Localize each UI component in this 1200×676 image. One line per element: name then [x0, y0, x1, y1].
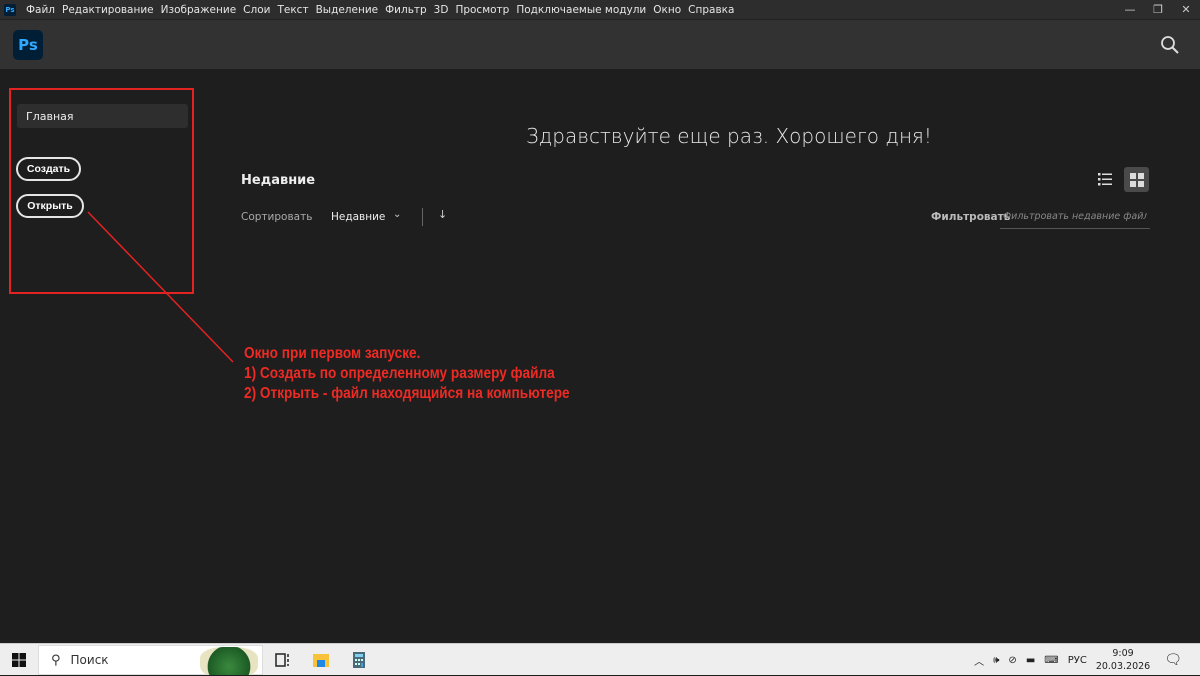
menu-view[interactable]: Просмотр	[455, 4, 509, 16]
menu-bar: Ps Файл Редактирование Изображение Слои …	[0, 0, 1200, 19]
notifications-icon[interactable]: 🗨	[1164, 652, 1182, 668]
sort-direction-arrow-icon[interactable]: ↓	[438, 208, 447, 221]
task-view-icon[interactable]	[274, 651, 292, 669]
search-highlight-image	[200, 647, 258, 675]
sort-label: Сортировать	[241, 211, 313, 223]
language-indicator[interactable]: РУС	[1068, 655, 1087, 666]
taskbar: ⚲ Поиск ︿ 🕪 ⊘ ▬ ⌨ РУС 9:09 20.03.2026 🗨	[0, 643, 1200, 675]
greeting-text: Здравствуйте еще раз. Хорошего дня!	[526, 124, 932, 148]
taskbar-search-placeholder: Поиск	[70, 653, 109, 667]
menu-filter[interactable]: Фильтр	[385, 4, 427, 16]
chevron-up-icon[interactable]: ︿	[974, 653, 984, 668]
app-header: Ps	[0, 19, 1200, 69]
list-view-icon[interactable]	[1097, 171, 1113, 187]
system-tray: ︿ 🕪 ⊘ ▬ ⌨ РУС 9:09 20.03.2026 🗨	[974, 644, 1200, 676]
chevron-down-icon[interactable]: ⌄	[393, 209, 401, 220]
menu-edit[interactable]: Редактирование	[62, 4, 154, 16]
recent-title: Недавние	[241, 173, 316, 188]
restore-icon[interactable]: ❐	[1144, 0, 1172, 19]
menu-3d[interactable]: 3D	[434, 4, 449, 16]
divider	[422, 208, 423, 226]
search-icon: ⚲	[51, 652, 61, 668]
grid-view-icon[interactable]	[1124, 167, 1149, 192]
photoshop-app-icon: Ps	[4, 3, 16, 16]
filter-label: Фильтровать	[931, 211, 1011, 223]
calculator-icon[interactable]	[350, 651, 368, 669]
menu-plugins[interactable]: Подключаемые модули	[516, 4, 646, 16]
menu-file[interactable]: Файл	[26, 4, 55, 16]
file-explorer-icon[interactable]	[312, 651, 330, 669]
search-icon[interactable]	[1160, 35, 1180, 55]
clock[interactable]: 9:09 20.03.2026	[1096, 647, 1150, 673]
annotation-line: 1) Создать по определенному размеру файл…	[244, 365, 555, 382]
menu-window[interactable]: Окно	[653, 4, 681, 16]
menu-image[interactable]: Изображение	[161, 4, 237, 16]
menu-type[interactable]: Текст	[277, 4, 308, 16]
keyboard-icon[interactable]: ⌨	[1044, 655, 1058, 666]
battery-icon[interactable]: ▬	[1026, 655, 1035, 666]
annotation-highlight-box	[9, 88, 194, 294]
menu-select[interactable]: Выделение	[316, 4, 379, 16]
windows-start-icon[interactable]	[0, 652, 37, 667]
photoshop-logo: Ps	[13, 30, 43, 60]
annotation-text: Окно при первом запуске. 1) Создать по о…	[244, 344, 570, 404]
annotation-line: 2) Открыть - файл находящийся на компьют…	[244, 385, 570, 402]
sort-dropdown[interactable]: Недавние	[331, 211, 385, 223]
network-offline-icon[interactable]: ⊘	[1008, 655, 1016, 666]
close-icon[interactable]: ✕	[1172, 0, 1200, 19]
annotation-line: Окно при первом запуске.	[244, 345, 421, 362]
taskbar-search-box[interactable]: ⚲ Поиск	[38, 645, 263, 675]
time: 9:09	[1112, 648, 1134, 659]
menu-layers[interactable]: Слои	[243, 4, 270, 16]
menu-help[interactable]: Справка	[688, 4, 734, 16]
minimize-icon[interactable]: —	[1116, 0, 1144, 19]
filter-recent-input[interactable]	[1000, 205, 1150, 229]
date: 20.03.2026	[1095, 661, 1151, 672]
volume-icon[interactable]: 🕪	[993, 655, 999, 666]
